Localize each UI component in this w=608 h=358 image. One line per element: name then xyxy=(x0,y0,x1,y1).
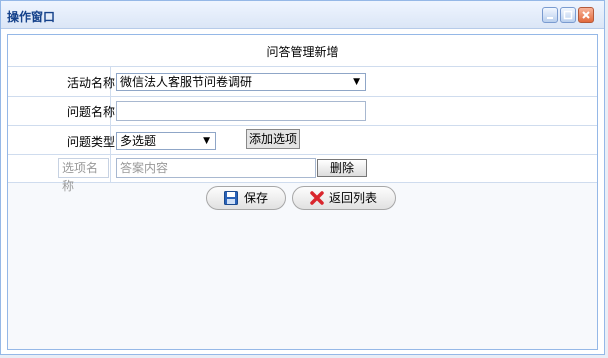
red-x-icon xyxy=(310,191,324,205)
activity-row: 活动名称 微信法人客服节问卷调研 ▼ xyxy=(8,67,597,97)
minimize-icon xyxy=(547,17,553,19)
floppy-disk-icon xyxy=(224,191,238,205)
answer-content-input[interactable]: 答案内容 xyxy=(116,158,316,178)
activity-select[interactable]: 微信法人客服节问卷调研 ▼ xyxy=(116,73,366,91)
activity-label: 活动名称 xyxy=(66,76,115,90)
maximize-icon xyxy=(563,10,573,20)
question-row: 问题名称 xyxy=(8,97,597,126)
back-to-list-label: 返回列表 xyxy=(329,191,378,205)
save-button[interactable]: 保存 xyxy=(206,186,286,210)
option-row: 选项名称 答案内容 删除 xyxy=(8,155,597,193)
save-label: 保存 xyxy=(244,191,269,205)
form-panel: 问答管理新增 活动名称 微信法人客服节问卷调研 ▼ 问题名称 问题类型 多选题 … xyxy=(7,34,598,350)
add-option-button[interactable]: 添加选项 xyxy=(246,129,301,149)
form-heading: 问答管理新增 xyxy=(266,45,339,59)
title-bar[interactable]: 操作窗口 xyxy=(1,1,604,29)
form-heading-row: 问答管理新增 xyxy=(8,35,597,67)
type-select[interactable]: 多选题 ▼ xyxy=(116,132,216,150)
option-name-input[interactable]: 选项名称 xyxy=(58,158,109,193)
minimize-button[interactable] xyxy=(542,7,558,23)
type-select-value: 多选题 xyxy=(120,134,157,148)
maximize-button[interactable] xyxy=(560,7,576,23)
chevron-down-icon: ▼ xyxy=(353,77,360,87)
type-label: 问题类型 xyxy=(66,135,115,149)
close-icon xyxy=(582,11,590,19)
question-input[interactable] xyxy=(116,101,366,121)
activity-select-value: 微信法人客服节问卷调研 xyxy=(120,75,253,89)
type-row: 问题类型 多选题 ▼ 添加选项 xyxy=(8,126,597,155)
dialog-window: 操作窗口 问答管理新增 活动名称 微信法人客服节问卷调研 ▼ 问题名称 问题类型… xyxy=(0,0,605,355)
delete-button[interactable]: 删除 xyxy=(317,159,367,177)
chevron-down-icon: ▼ xyxy=(203,136,210,146)
question-label: 问题名称 xyxy=(66,105,115,119)
window-title: 操作窗口 xyxy=(7,10,56,24)
close-button[interactable] xyxy=(578,7,594,23)
back-to-list-button[interactable]: 返回列表 xyxy=(292,186,396,210)
